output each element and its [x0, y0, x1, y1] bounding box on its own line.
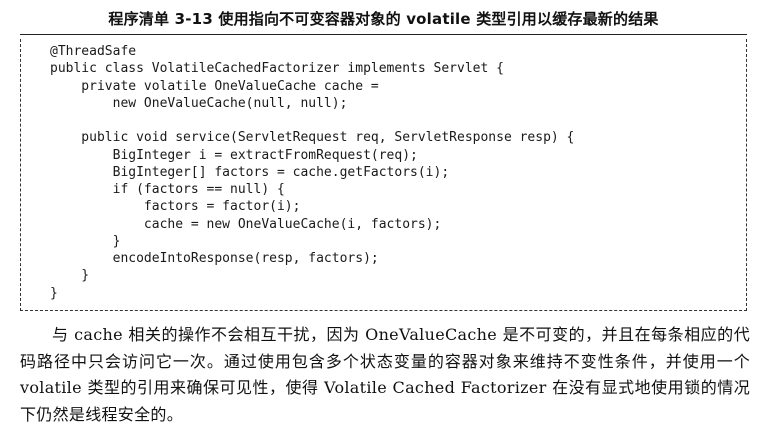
code-line: new OneValueCache(null, null);: [50, 95, 348, 111]
code-line: cache = new OneValueCache(i, factors);: [50, 216, 442, 232]
listing-title: 程序清单 3-13 使用指向不可变容器对象的 volatile 类型引用以缓存最…: [108, 10, 659, 28]
listing-top-rule: [20, 34, 747, 35]
code-line: @ThreadSafe: [50, 44, 137, 59]
code-line: if (factors == null) {: [50, 182, 285, 197]
code-line: }: [50, 233, 121, 249]
code-line: factors = factor(i);: [50, 199, 301, 215]
code-line: }: [50, 268, 90, 284]
body-paragraph: 与 cache 相关的操作不会相互干扰，因为 OneValueCache 是不可…: [20, 325, 750, 424]
code-line: private volatile OneValueCache cache =: [50, 78, 379, 94]
code-line: public void service(ServletRequest req, …: [50, 130, 575, 146]
code-line: BigInteger[] factors = cache.getFactors(…: [50, 164, 450, 180]
code-line: BigInteger i = extractFromRequest(req);: [50, 147, 418, 163]
code-line: public class VolatileCachedFactorizer im…: [50, 61, 504, 77]
code-line: }: [50, 285, 58, 301]
code-listing: @ThreadSafe public class VolatileCachedFa…: [50, 43, 574, 302]
code-line: encodeIntoResponse(resp, factors);: [50, 251, 379, 266]
